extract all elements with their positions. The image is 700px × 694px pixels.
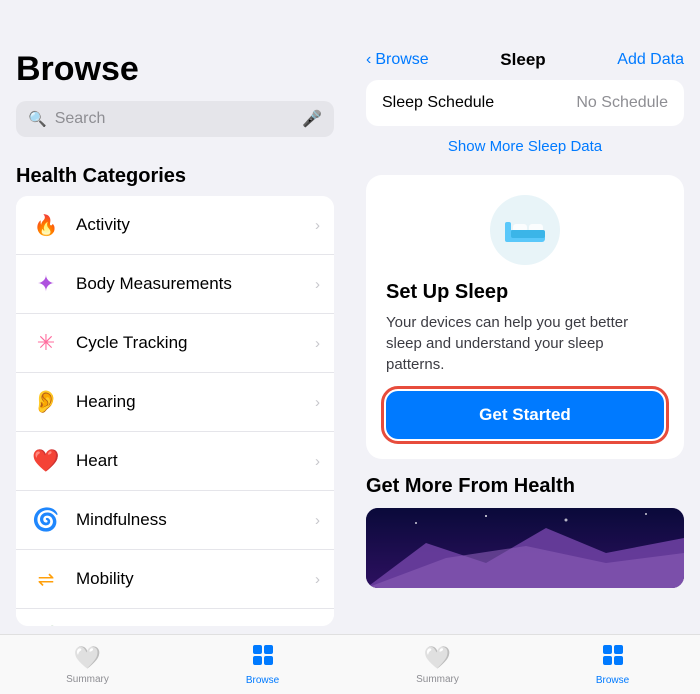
- tab-summary-right[interactable]: 🤍 Summary: [350, 645, 525, 685]
- right-tab-bar: 🤍 Summary Browse: [350, 634, 700, 694]
- setup-description: Your devices can help you get better sle…: [386, 312, 664, 375]
- hearing-icon: 👂: [30, 386, 62, 418]
- category-item-nutrition[interactable]: 🍏 Nutrition ›: [16, 609, 334, 626]
- cycle-icon: ✳: [30, 327, 62, 359]
- chevron-icon: ›: [315, 512, 320, 529]
- chevron-icon: ›: [315, 217, 320, 234]
- search-placeholder: Search: [55, 110, 294, 128]
- chevron-icon: ›: [315, 453, 320, 470]
- heart-tab-right-icon: 🤍: [424, 645, 451, 671]
- tab-browse-left[interactable]: Browse: [175, 644, 350, 686]
- body-icon: ✦: [30, 268, 62, 300]
- spacer: [0, 626, 350, 634]
- tab-summary-label: Summary: [66, 674, 109, 685]
- category-label-mindfulness: Mindfulness: [76, 510, 315, 530]
- left-panel: Browse 🔍 Search 🎤 Health Categories 🔥 Ac…: [0, 0, 350, 694]
- get-started-button[interactable]: Get Started: [386, 391, 664, 439]
- sleep-schedule-row: Sleep Schedule No Schedule: [366, 80, 684, 126]
- nav-title: Sleep: [500, 50, 545, 70]
- chevron-icon: ›: [315, 276, 320, 293]
- category-label-heart: Heart: [76, 451, 315, 471]
- category-label-body: Body Measurements: [76, 274, 315, 294]
- category-item-heart[interactable]: ❤️ Heart ›: [16, 432, 334, 491]
- browse-tab-icon: [252, 644, 274, 672]
- tab-browse-right-label: Browse: [596, 675, 629, 686]
- microphone-icon: 🎤: [302, 109, 322, 129]
- category-item-mindfulness[interactable]: 🌀 Mindfulness ›: [16, 491, 334, 550]
- right-nav: ‹ Browse Sleep Add Data: [350, 0, 700, 80]
- category-label-activity: Activity: [76, 215, 315, 235]
- browse-tab-right-icon: [602, 644, 624, 672]
- left-header: Browse 🔍 Search 🎤: [0, 0, 350, 145]
- schedule-label: Sleep Schedule: [382, 94, 494, 112]
- mindfulness-icon: 🌀: [30, 504, 62, 536]
- category-item-cycle[interactable]: ✳ Cycle Tracking ›: [16, 314, 334, 373]
- setup-title: Set Up Sleep: [386, 281, 508, 304]
- back-chevron-icon: ‹: [366, 51, 371, 69]
- tab-summary-right-label: Summary: [416, 674, 459, 685]
- get-more-section: Get More From Health: [366, 475, 684, 588]
- category-item-mobility[interactable]: ⇌ Mobility ›: [16, 550, 334, 609]
- search-icon: 🔍: [28, 110, 47, 128]
- search-bar[interactable]: 🔍 Search 🎤: [16, 101, 334, 137]
- sleep-setup-card: Set Up Sleep Your devices can help you g…: [366, 175, 684, 459]
- tab-browse-label-left: Browse: [246, 675, 279, 686]
- browse-title: Browse: [16, 50, 334, 89]
- chevron-icon: ›: [315, 394, 320, 411]
- chevron-icon: ›: [315, 335, 320, 352]
- chevron-icon: ›: [315, 571, 320, 588]
- get-more-image: [366, 508, 684, 588]
- back-label: Browse: [375, 51, 428, 69]
- category-label-mobility: Mobility: [76, 569, 315, 589]
- category-label-cycle: Cycle Tracking: [76, 333, 315, 353]
- category-item-activity[interactable]: 🔥 Activity ›: [16, 196, 334, 255]
- schedule-value: No Schedule: [576, 94, 668, 112]
- get-more-title: Get More From Health: [366, 475, 684, 498]
- category-item-body[interactable]: ✦ Body Measurements ›: [16, 255, 334, 314]
- add-data-button[interactable]: Add Data: [617, 51, 684, 69]
- category-label-hearing: Hearing: [76, 392, 315, 412]
- mobility-icon: ⇌: [30, 563, 62, 595]
- left-tab-bar: 🤍 Summary Browse: [0, 634, 350, 694]
- back-button[interactable]: ‹ Browse: [366, 51, 429, 69]
- right-content: Sleep Schedule No Schedule Show More Sle…: [350, 80, 700, 634]
- right-panel: ‹ Browse Sleep Add Data Sleep Schedule N…: [350, 0, 700, 694]
- tab-browse-right[interactable]: Browse: [525, 644, 700, 686]
- activity-icon: 🔥: [30, 209, 62, 241]
- sleep-icon: [490, 195, 560, 265]
- category-item-hearing[interactable]: 👂 Hearing ›: [16, 373, 334, 432]
- categories-label: Health Categories: [0, 145, 350, 196]
- heart-icon: ❤️: [30, 445, 62, 477]
- heart-tab-icon: 🤍: [74, 645, 101, 671]
- tab-summary-left[interactable]: 🤍 Summary: [0, 645, 175, 685]
- category-list: 🔥 Activity › ✦ Body Measurements › ✳ Cyc…: [16, 196, 334, 626]
- show-more-link[interactable]: Show More Sleep Data: [366, 128, 684, 165]
